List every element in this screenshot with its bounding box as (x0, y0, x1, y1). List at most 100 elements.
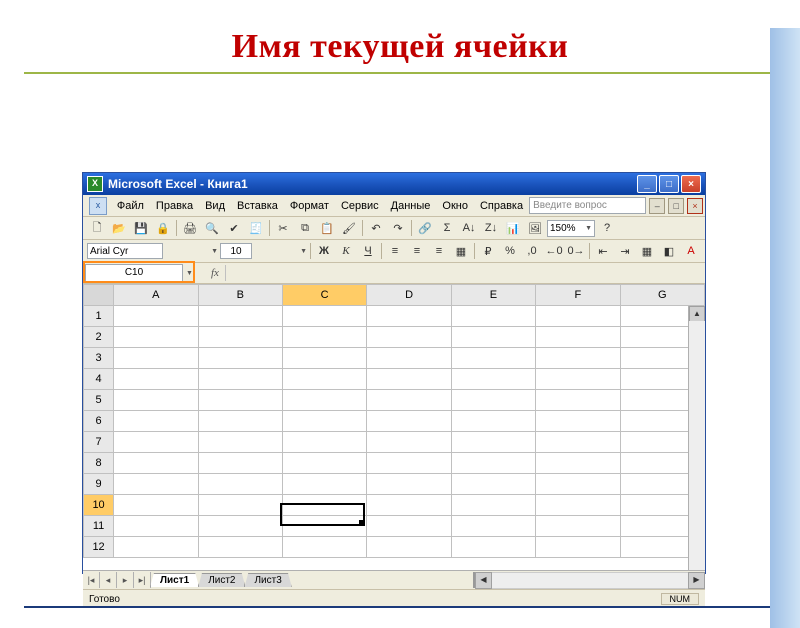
align-center-icon[interactable]: ≡ (407, 241, 427, 261)
sort-desc-icon[interactable]: Z↓ (481, 218, 501, 238)
cell[interactable] (282, 369, 366, 390)
cell[interactable] (198, 432, 282, 453)
font-color-icon[interactable]: A (681, 241, 701, 261)
workbook-minimize-button[interactable]: – (649, 198, 665, 214)
menu-view[interactable]: Вид (199, 198, 231, 214)
cell[interactable] (282, 432, 366, 453)
cell[interactable] (114, 537, 198, 558)
cell[interactable] (536, 495, 620, 516)
cell[interactable] (198, 327, 282, 348)
cell[interactable] (114, 306, 198, 327)
cell[interactable] (114, 369, 198, 390)
cell[interactable] (198, 348, 282, 369)
tab-nav-last[interactable]: ▸| (134, 572, 151, 588)
tab-nav-next[interactable]: ▸ (117, 572, 134, 588)
permissions-icon[interactable]: 🔒 (153, 218, 173, 238)
cell[interactable] (282, 327, 366, 348)
name-box-chevron-icon[interactable]: ▼ (186, 270, 193, 277)
scroll-track[interactable] (492, 572, 688, 589)
cell[interactable] (536, 390, 620, 411)
cell[interactable] (451, 369, 535, 390)
zoom-combo[interactable]: 150% ▼ (547, 220, 595, 237)
row-header[interactable]: 12 (84, 537, 114, 558)
row-header[interactable]: 10 (84, 495, 114, 516)
column-header[interactable]: E (451, 285, 535, 306)
cell[interactable] (198, 474, 282, 495)
cell[interactable] (198, 516, 282, 537)
menu-edit[interactable]: Правка (150, 198, 199, 214)
fx-icon[interactable]: fx (211, 267, 219, 279)
cell[interactable] (282, 537, 366, 558)
italic-button[interactable]: К (336, 241, 356, 261)
row-header[interactable]: 9 (84, 474, 114, 495)
spreadsheet-grid[interactable]: ABCDEFG123456789101112 ▲ (83, 284, 705, 570)
cell[interactable] (536, 432, 620, 453)
cell[interactable] (198, 411, 282, 432)
maximize-button[interactable]: □ (659, 175, 679, 193)
column-header[interactable]: B (198, 285, 282, 306)
menu-file[interactable]: Файл (111, 198, 150, 214)
cell[interactable] (282, 453, 366, 474)
tab-nav-prev[interactable]: ◂ (100, 572, 117, 588)
merge-center-icon[interactable]: ▦ (451, 241, 471, 261)
menu-format[interactable]: Формат (284, 198, 335, 214)
cell[interactable] (451, 474, 535, 495)
cell[interactable] (536, 453, 620, 474)
cell[interactable] (451, 390, 535, 411)
cell[interactable] (451, 411, 535, 432)
undo-icon[interactable]: ↶ (366, 218, 386, 238)
row-header[interactable]: 3 (84, 348, 114, 369)
close-button[interactable]: × (681, 175, 701, 193)
cell[interactable] (451, 306, 535, 327)
cell[interactable] (451, 327, 535, 348)
row-header[interactable]: 11 (84, 516, 114, 537)
cell[interactable] (282, 411, 366, 432)
cell[interactable] (367, 369, 451, 390)
spelling-icon[interactable]: ✔ (224, 218, 244, 238)
cell[interactable] (114, 474, 198, 495)
cell[interactable] (536, 411, 620, 432)
cell[interactable] (367, 516, 451, 537)
comma-style-icon[interactable]: ,0 (522, 241, 542, 261)
decrease-decimal-icon[interactable]: 0→ (566, 241, 586, 261)
formula-input[interactable] (225, 265, 705, 281)
align-right-icon[interactable]: ≡ (429, 241, 449, 261)
print-preview-icon[interactable]: 🔍 (202, 218, 222, 238)
new-icon[interactable]: 🗋 (87, 218, 107, 238)
menu-tools[interactable]: Сервис (335, 198, 385, 214)
cell[interactable] (536, 369, 620, 390)
sheet-tab[interactable]: Лист2 (198, 573, 245, 587)
cell[interactable] (282, 516, 366, 537)
cell[interactable] (536, 474, 620, 495)
chevron-down-icon[interactable]: ▼ (211, 248, 218, 255)
font-name-combo[interactable] (87, 243, 163, 259)
column-header[interactable]: G (620, 285, 704, 306)
cell[interactable] (451, 537, 535, 558)
cell[interactable] (198, 495, 282, 516)
cell[interactable] (114, 432, 198, 453)
chart-wizard-icon[interactable]: 📊 (503, 218, 523, 238)
print-icon[interactable]: 🖨 (180, 218, 200, 238)
cell[interactable] (451, 432, 535, 453)
cell[interactable] (282, 348, 366, 369)
cell[interactable] (198, 306, 282, 327)
drawing-icon[interactable]: 🖼 (525, 218, 545, 238)
cell[interactable] (367, 432, 451, 453)
horizontal-scrollbar[interactable]: ◀ ▶ (473, 572, 705, 588)
cell[interactable] (282, 474, 366, 495)
cell[interactable] (536, 537, 620, 558)
cell[interactable] (451, 453, 535, 474)
menu-insert[interactable]: Вставка (231, 198, 284, 214)
column-header[interactable]: A (114, 285, 198, 306)
sort-asc-icon[interactable]: A↓ (459, 218, 479, 238)
cell[interactable] (114, 495, 198, 516)
cut-icon[interactable]: ✂ (273, 218, 293, 238)
cell[interactable] (451, 348, 535, 369)
hyperlink-icon[interactable]: 🔗 (415, 218, 435, 238)
cell[interactable] (198, 390, 282, 411)
cell[interactable] (114, 348, 198, 369)
open-icon[interactable]: 📂 (109, 218, 129, 238)
cell[interactable] (114, 516, 198, 537)
tab-nav-first[interactable]: |◂ (83, 572, 100, 588)
cell[interactable] (114, 327, 198, 348)
